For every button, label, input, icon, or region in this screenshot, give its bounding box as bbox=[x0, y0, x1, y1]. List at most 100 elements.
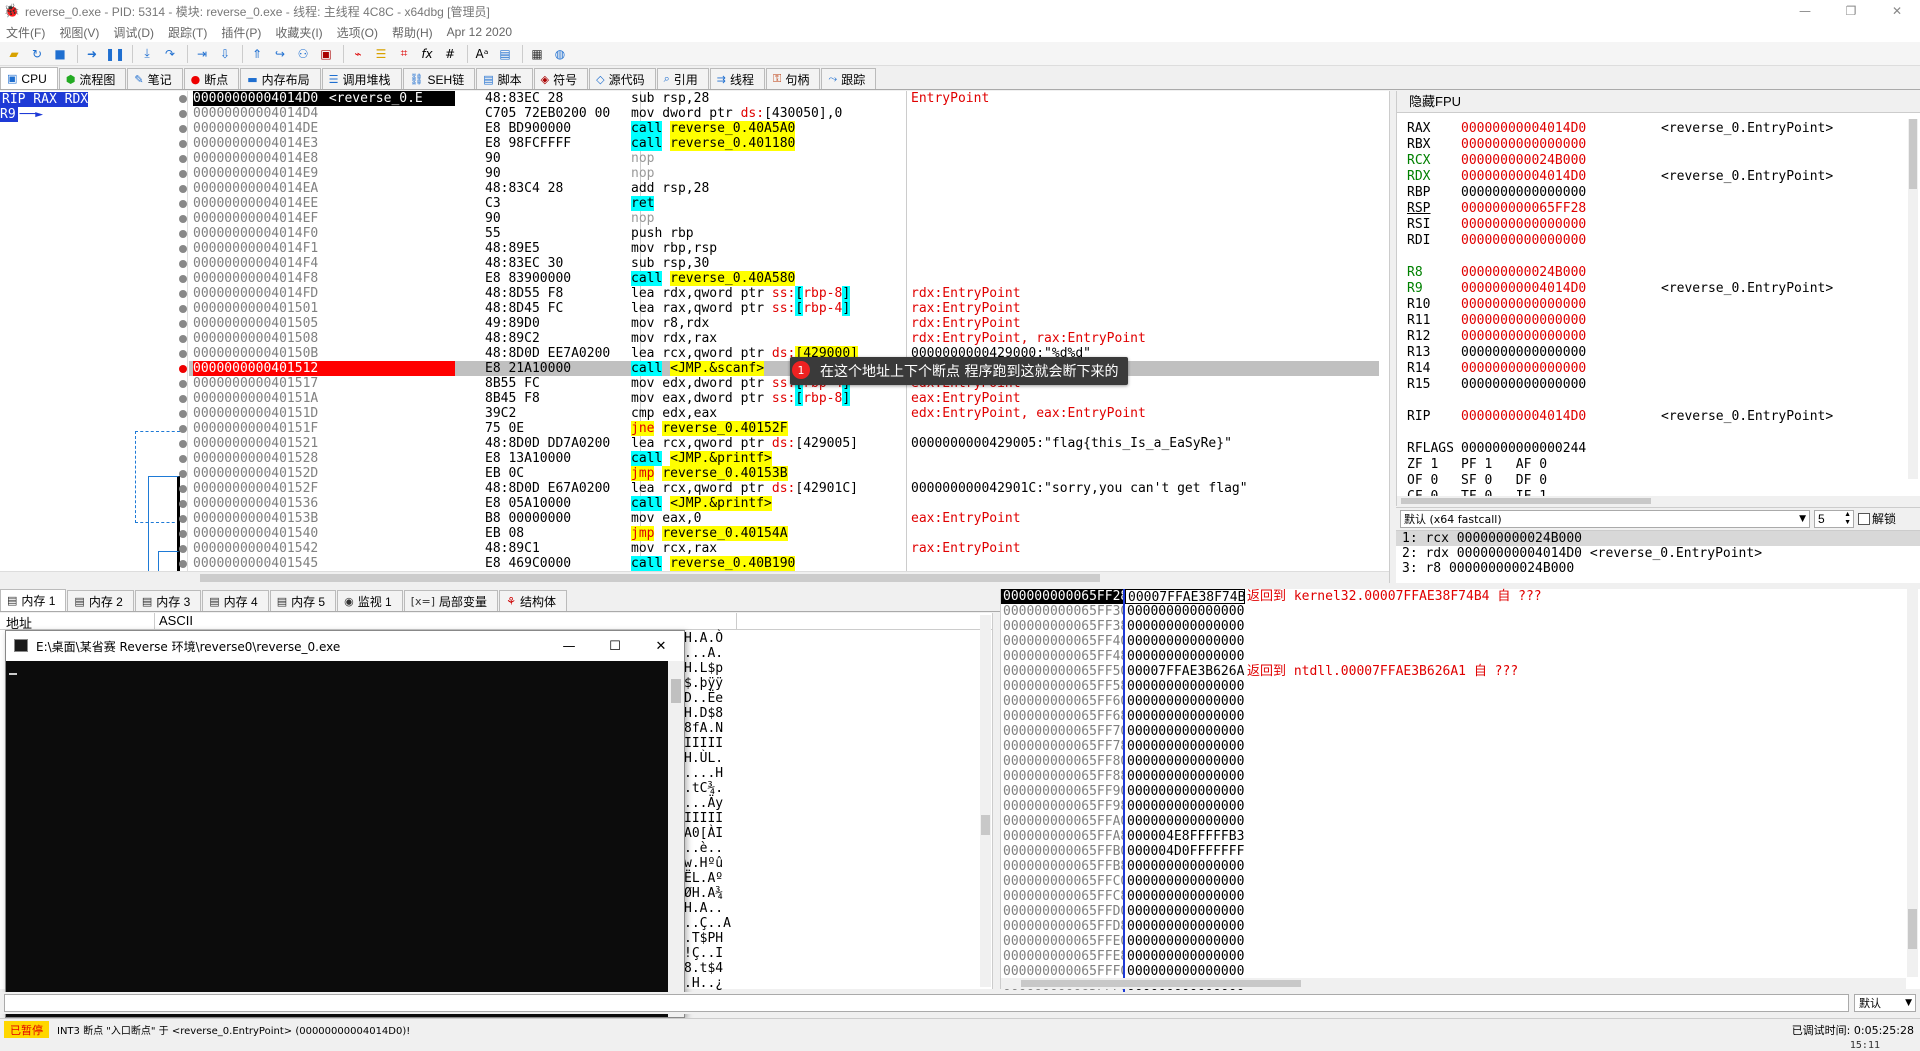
tab-内存1[interactable]: ▤ 内存 1 bbox=[0, 589, 67, 611]
breakpoint-dot[interactable] bbox=[179, 185, 187, 193]
stack-value[interactable]: 0000000000000000 bbox=[1125, 694, 1245, 709]
disasm-row[interactable]: 00000000004014F1 48:89E5 mov rbp,rsp bbox=[189, 241, 1379, 256]
menu-item[interactable]: 选项(O) bbox=[337, 24, 378, 41]
tab-breakpoint[interactable]: ● 断点 bbox=[183, 68, 240, 89]
stack-address[interactable]: 000000000065FFD8 bbox=[1001, 919, 1123, 934]
stack-address[interactable]: 000000000065FF60 bbox=[1001, 694, 1123, 709]
menu-item[interactable]: 视图(V) bbox=[59, 24, 99, 41]
user-icon[interactable]: ⚇ bbox=[293, 44, 313, 64]
restart-icon[interactable]: ↻ bbox=[27, 44, 47, 64]
font-icon[interactable]: Aᵃ bbox=[472, 44, 492, 64]
disasm-row[interactable]: 000000000040150B 48:8D0D EE7A0200 lea rcx,… bbox=[189, 346, 1379, 361]
stack-value[interactable]: 0000000000000000 bbox=[1125, 814, 1245, 829]
disasm-row[interactable]: 000000000040151D 39C2 cmp edx,eax edx:Entry… bbox=[189, 406, 1379, 421]
stack-address[interactable]: 000000000065FF90 bbox=[1001, 784, 1123, 799]
tab-trace[interactable]: ⤳ 跟踪 bbox=[821, 68, 877, 89]
register-row[interactable]: R15 0000000000000000 bbox=[1407, 377, 1907, 393]
breakpoint-dot[interactable] bbox=[179, 275, 187, 283]
stack-value[interactable]: 000004E8FFFFFB30 bbox=[1125, 829, 1245, 844]
stack-address[interactable]: 000000000065FFB8 bbox=[1001, 859, 1123, 874]
register-row[interactable]: RBP 0000000000000000 bbox=[1407, 185, 1907, 201]
globe-icon[interactable]: ◍ bbox=[550, 44, 570, 64]
stack-value[interactable]: 0000000000000000 bbox=[1125, 604, 1245, 619]
comment-icon[interactable]: ☰ bbox=[371, 44, 391, 64]
bookmark-icon[interactable]: ⌗ bbox=[394, 44, 414, 64]
stack-address[interactable]: 000000000065FFE0 bbox=[1001, 934, 1123, 949]
horizontal-scrollbar[interactable] bbox=[1397, 496, 1920, 506]
registers-pane[interactable]: 隐藏FPU RAX 00000000004014D0 <reverse_0.Entr… bbox=[1396, 91, 1920, 506]
stack-address[interactable]: 000000000065FFA8 bbox=[1001, 829, 1123, 844]
stack-value[interactable]: 0000000000000000 bbox=[1125, 769, 1245, 784]
register-row[interactable]: R11 0000000000000000 bbox=[1407, 313, 1907, 329]
stack-value[interactable]: 0000000000000000 bbox=[1125, 754, 1245, 769]
stack-value[interactable]: 0000000000000000 bbox=[1125, 799, 1245, 814]
register-row[interactable]: RCX 000000000024B000 bbox=[1407, 153, 1907, 169]
step-over-icon[interactable]: ↷ bbox=[160, 44, 180, 64]
hide-fpu-toggle[interactable]: 隐藏FPU bbox=[1397, 91, 1920, 113]
console-close-button[interactable]: ✕ bbox=[638, 631, 684, 661]
disasm-row[interactable]: 000000000040151A 8B45 F8 mov eax,dword ptr… bbox=[189, 391, 1379, 406]
stack-address[interactable]: 000000000065FF28 bbox=[1001, 589, 1123, 604]
disasm-row[interactable]: 00000000004014E8 90 nop bbox=[189, 151, 1379, 166]
console-output[interactable] bbox=[6, 661, 669, 1017]
disasm-row[interactable]: 00000000004014F4 48:83EC 30 sub rsp,30 bbox=[189, 256, 1379, 271]
register-row[interactable]: RFLAGS 0000000000000244 bbox=[1407, 441, 1907, 457]
register-row[interactable]: R12 0000000000000000 bbox=[1407, 329, 1907, 345]
disasm-row[interactable]: 00000000004014EF 90 nop bbox=[189, 211, 1379, 226]
stack-address[interactable]: 000000000065FFC0 bbox=[1001, 874, 1123, 889]
register-row[interactable]: R10 0000000000000000 bbox=[1407, 297, 1907, 313]
stack-address[interactable]: 000000000065FF70 bbox=[1001, 724, 1123, 739]
arguments-pane[interactable]: 1: rcx 000000000024B000 2: rdx 0000000000… bbox=[1396, 530, 1920, 583]
breakpoint-dot[interactable] bbox=[179, 110, 187, 118]
stop-icon[interactable]: ■ bbox=[50, 44, 70, 64]
patch-icon[interactable]: ⌁ bbox=[348, 44, 368, 64]
register-row[interactable]: R14 0000000000000000 bbox=[1407, 361, 1907, 377]
breakpoint-dot[interactable] bbox=[179, 350, 187, 358]
breakpoint-dot[interactable] bbox=[179, 245, 187, 253]
breakpoint-dot[interactable] bbox=[179, 515, 187, 523]
stack-value[interactable]: 0000000000000000 bbox=[1125, 634, 1245, 649]
stack-value[interactable]: 0000000000000000 bbox=[1125, 649, 1245, 664]
tab-handle[interactable]: ⚿ 句柄 bbox=[766, 68, 821, 89]
breakpoint-dot[interactable] bbox=[179, 200, 187, 208]
vertical-scrollbar[interactable] bbox=[668, 661, 684, 1017]
tab-内存4[interactable]: ▤ 内存 4 bbox=[202, 590, 269, 611]
console-window[interactable]: E:\桌面\某省赛 Reverse 环境\reverse0\reverse_0.… bbox=[5, 630, 685, 1018]
disasm-row[interactable]: 00000000004014FD 48:8D55 F8 lea rdx,qword … bbox=[189, 286, 1379, 301]
stack-address[interactable]: 000000000065FF40 bbox=[1001, 634, 1123, 649]
tab-内存5[interactable]: ▤ 内存 5 bbox=[269, 590, 337, 611]
argument-row[interactable]: 2: rdx 00000000004014D0 <reverse_0.Entry… bbox=[1396, 546, 1920, 561]
stack-address[interactable]: 000000000065FFD0 bbox=[1001, 904, 1123, 919]
command-type-select[interactable]: 默认 ▼ bbox=[1854, 994, 1916, 1012]
breakpoint-dot[interactable] bbox=[179, 230, 187, 238]
menu-item[interactable]: 调试(D) bbox=[113, 24, 154, 41]
tab-symbol[interactable]: ◈ 符号 bbox=[533, 68, 589, 89]
stack-pane[interactable]: 000000000065FF28 000000000065FF30 00000000… bbox=[1000, 589, 1920, 994]
breakpoint-dot[interactable] bbox=[179, 155, 187, 163]
trace-into-icon[interactable]: ⇥ bbox=[192, 44, 212, 64]
vertical-scrollbar[interactable] bbox=[980, 615, 991, 987]
breakpoint-dot[interactable] bbox=[179, 395, 187, 403]
argument-row[interactable]: 3: r8 000000000024B000 bbox=[1396, 561, 1920, 576]
tab-局部变量[interactable]: [x=] 局部变量 bbox=[403, 590, 499, 611]
stack-value[interactable]: 0000000000000000 bbox=[1125, 949, 1245, 964]
tab-source[interactable]: ◇ 源代码 bbox=[589, 68, 656, 89]
menu-item[interactable]: 插件(P) bbox=[221, 24, 261, 41]
stack-address[interactable]: 000000000065FFB0 bbox=[1001, 844, 1123, 859]
close-button[interactable]: ✕ bbox=[1874, 0, 1920, 22]
breakpoint-dot[interactable] bbox=[179, 470, 187, 478]
execute-till-return-icon[interactable]: ⇑ bbox=[247, 44, 267, 64]
disasm-row[interactable]: 0000000000401545 E8 469C0000 call reverse_… bbox=[189, 556, 1379, 571]
disasm-row[interactable]: 00000000004014EA 48:83C4 28 add rsp,28 bbox=[189, 181, 1379, 196]
register-row[interactable]: RDX 00000000004014D0 <reverse_0.EntryPoint… bbox=[1407, 169, 1907, 185]
function-icon[interactable]: fx bbox=[417, 44, 437, 64]
breakpoint-dot[interactable] bbox=[179, 485, 187, 493]
stack-value[interactable]: 0000000000000000 bbox=[1125, 679, 1245, 694]
breakpoint-dot[interactable] bbox=[179, 380, 187, 388]
tab-seh[interactable]: ⛓ SEH链 bbox=[402, 68, 476, 89]
breakpoint-dot[interactable] bbox=[179, 140, 187, 148]
stack-address[interactable]: 000000000065FF50 bbox=[1001, 664, 1123, 679]
breakpoint-dot[interactable] bbox=[179, 530, 187, 538]
register-row[interactable] bbox=[1407, 249, 1907, 265]
menu-item[interactable]: 跟踪(T) bbox=[168, 24, 207, 41]
